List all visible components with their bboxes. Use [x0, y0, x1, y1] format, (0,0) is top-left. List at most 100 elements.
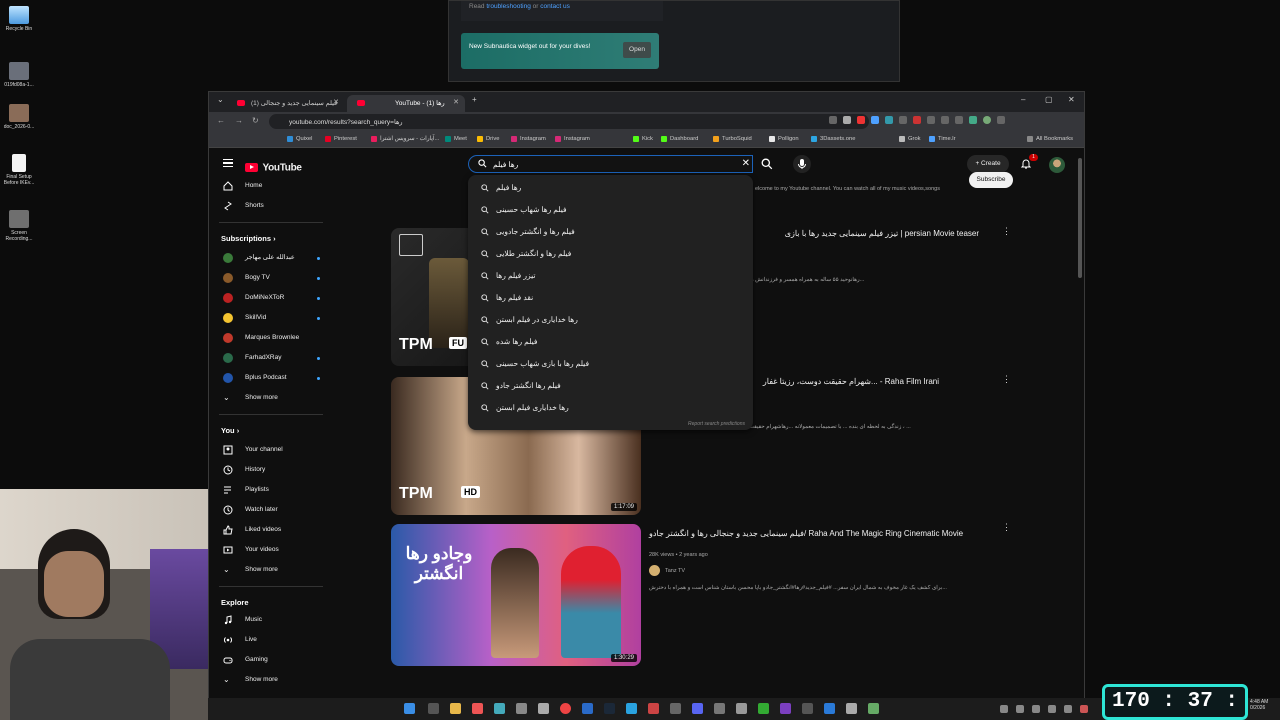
search-suggestion[interactable]: تیزر فیلم رها [468, 265, 753, 287]
sidebar-item-liked-videos[interactable]: Liked videos [221, 522, 281, 538]
search-suggestion[interactable]: نقد فیلم رها [468, 287, 753, 309]
search-suggestion[interactable]: رها فیلم [468, 177, 753, 199]
word-icon[interactable] [582, 703, 593, 714]
maximize-icon[interactable]: ▢ [1045, 95, 1053, 104]
channel-avatar[interactable] [649, 565, 660, 576]
search-suggestion[interactable]: فیلم رها انگشتر جادو [468, 375, 753, 397]
file-explorer-icon[interactable] [450, 703, 461, 714]
extension-icon[interactable] [955, 116, 963, 124]
sidebar-channel[interactable]: DoMiNeXToR [221, 290, 320, 306]
all-bookmarks[interactable]: All Bookmarks [1027, 136, 1073, 142]
create-button[interactable]: + Create [967, 155, 1009, 173]
tray-icon[interactable] [1032, 705, 1040, 713]
address-bar[interactable]: youtube.com/results?search_query=رها [269, 114, 869, 129]
app-icon[interactable] [538, 703, 549, 714]
bookmark-item[interactable]: 3Dassets.one [811, 136, 855, 142]
extension-icon[interactable] [885, 116, 893, 124]
bookmark-item[interactable]: Dashboard [661, 136, 698, 142]
chrome-icon[interactable] [560, 703, 571, 714]
sidebar-item-live[interactable]: Live [221, 632, 257, 648]
app-icon[interactable] [714, 703, 725, 714]
troubleshooting-link[interactable]: troubleshooting [486, 3, 530, 10]
bookmark-item[interactable]: آپارات - سرویس اشترا... [371, 136, 439, 142]
app-icon[interactable] [802, 703, 813, 714]
tab-youtube-raha[interactable]: YouTube - رها (1) ✕ [347, 95, 465, 112]
bookmark-item[interactable]: Instagram [555, 136, 590, 142]
hamburger-menu-icon[interactable] [223, 159, 233, 167]
search-button[interactable] [755, 155, 779, 173]
search-input[interactable]: رها فیلم [493, 160, 518, 169]
bookmark-item[interactable]: Meet [445, 136, 467, 142]
extension-icon[interactable] [927, 116, 935, 124]
app-icon[interactable] [736, 703, 747, 714]
sidebar-channel[interactable]: Bplus Podcast [221, 370, 320, 386]
bookmark-item[interactable]: Pinterest [325, 136, 357, 142]
steam-icon[interactable] [604, 703, 615, 714]
channel-name[interactable]: Tanz TV [665, 568, 685, 574]
bookmark-item[interactable]: TurboSquid [713, 136, 752, 142]
system-clock[interactable]: 4:48 AM 0/2026 [1250, 699, 1268, 711]
search-suggestion[interactable]: فیلم رها شده [468, 331, 753, 353]
report-search-predictions-link[interactable]: Report search predictions [688, 421, 745, 427]
bookmark-item[interactable]: Time.lr [929, 136, 956, 142]
search-suggestion[interactable]: رها خدایاری در فیلم ابستن [468, 309, 753, 331]
account-avatar[interactable] [1049, 157, 1065, 173]
sidebar-item-music[interactable]: Music [221, 612, 262, 628]
extension-icon[interactable] [899, 116, 907, 124]
extension-icon[interactable] [941, 116, 949, 124]
bookmark-item[interactable]: Quixel [287, 136, 312, 142]
sidebar-channel[interactable]: Bogy TV [221, 270, 320, 286]
search-suggestion[interactable]: فیلم رها و انگشتر طلایی [468, 243, 753, 265]
sidebar-channel[interactable]: FarhadXRay [221, 350, 320, 366]
sidebar-show-more[interactable]: ⌄ Show more [221, 390, 278, 406]
start-button-icon[interactable] [404, 703, 415, 714]
menu-icon[interactable] [997, 116, 1005, 124]
extension-icon[interactable] [871, 116, 879, 124]
app-icon[interactable] [472, 703, 483, 714]
desktop-icon-recycle-bin[interactable]: Recycle Bin [2, 6, 36, 32]
more-options-icon[interactable]: ⋮ [1002, 226, 1011, 237]
new-tab-icon[interactable]: + [472, 95, 477, 104]
extension-icon[interactable] [969, 116, 977, 124]
reload-icon[interactable]: ↻ [252, 116, 259, 125]
bookmark-item[interactable]: Drive [477, 136, 500, 142]
bookmark-item[interactable]: Polligon [769, 136, 799, 142]
bookmark-star-icon[interactable] [843, 116, 851, 124]
profile-icon[interactable] [983, 116, 991, 124]
app-icon[interactable] [494, 703, 505, 714]
forward-icon[interactable]: → [235, 116, 243, 125]
clear-search-icon[interactable]: ✕ [742, 158, 750, 169]
telegram-icon[interactable] [626, 703, 637, 714]
sidebar-show-more[interactable]: ⌄ Show more [221, 562, 278, 578]
more-options-icon[interactable]: ⋮ [1002, 522, 1011, 533]
close-tab-icon[interactable]: ✕ [333, 98, 339, 106]
app-icon[interactable] [670, 703, 681, 714]
subscribe-button[interactable]: Subscribe [969, 172, 1013, 188]
back-icon[interactable]: ← [217, 116, 225, 125]
desktop-icon-file-2[interactable]: doc_2026-0... [2, 104, 36, 130]
sidebar-item-home[interactable]: Home [221, 178, 262, 194]
app-icon[interactable] [648, 703, 659, 714]
you-heading[interactable]: You › [221, 426, 239, 435]
bookmark-item[interactable]: Kick [633, 136, 653, 142]
app-icon[interactable] [824, 703, 835, 714]
bookmark-item[interactable]: Instagram [511, 136, 546, 142]
close-window-icon[interactable]: ✕ [1068, 95, 1075, 104]
tray-icon[interactable] [1080, 705, 1088, 713]
sidebar-show-more[interactable]: ⌄ Show more [221, 672, 278, 688]
tray-icon[interactable] [1048, 705, 1056, 713]
sidebar-item-playlists[interactable]: Playlists [221, 482, 269, 498]
extension-icon[interactable] [857, 116, 865, 124]
tray-icon[interactable] [1064, 705, 1072, 713]
subscriptions-heading[interactable]: Subscriptions › [221, 234, 276, 243]
bookmark-item[interactable]: Grok [899, 136, 921, 142]
search-box[interactable]: رها فیلم ✕ [468, 155, 753, 173]
video-thumbnail[interactable]: وجادو رها انگشتر 1:30:29 [391, 524, 641, 666]
sidebar-channel[interactable]: SkillVid [221, 310, 320, 326]
extension-icon[interactable] [913, 116, 921, 124]
search-suggestion[interactable]: فیلم رها و انگشتر جادویی [468, 221, 753, 243]
task-view-icon[interactable] [428, 703, 439, 714]
search-suggestion[interactable]: رها خدایاری فیلم ابستن [468, 397, 753, 419]
app-icon[interactable] [846, 703, 857, 714]
contact-us-link[interactable]: contact us [540, 3, 570, 10]
